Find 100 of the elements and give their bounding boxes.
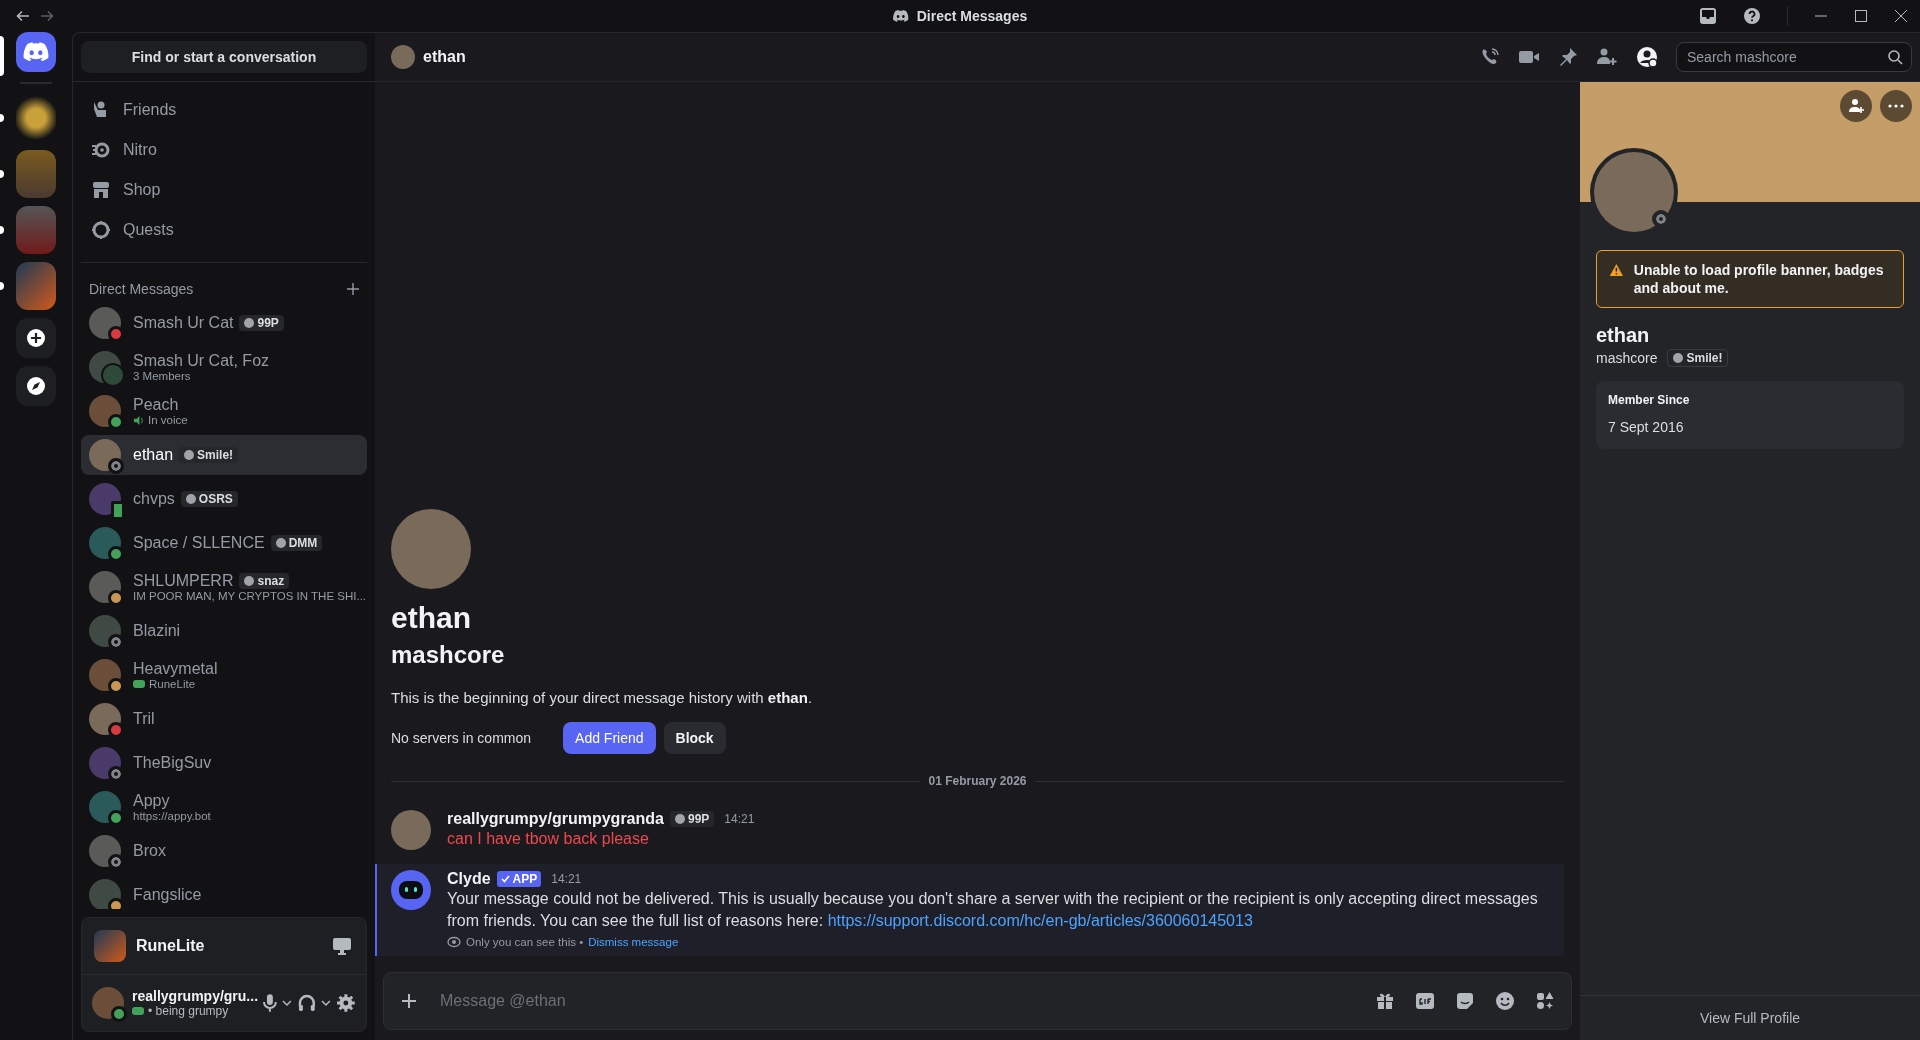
forward-arrow-icon[interactable] xyxy=(40,10,54,22)
close-icon[interactable] xyxy=(1894,9,1908,23)
avatar-placeholder xyxy=(89,395,121,427)
microphone-icon[interactable] xyxy=(263,993,277,1013)
dm-subtitle: IM POOR MAN, MY CRYPTOS IN THE SHI... xyxy=(133,590,367,602)
dm-item[interactable]: Space / SLLENCE DMM xyxy=(81,523,367,563)
nav-item[interactable]: Shop xyxy=(81,170,367,210)
dm-name: Smash Ur Cat, Foz xyxy=(133,352,270,370)
discover-button[interactable] xyxy=(16,366,56,406)
screen-share-icon[interactable] xyxy=(332,937,352,955)
message-author[interactable]: Clyde xyxy=(447,870,491,888)
warning-icon xyxy=(1609,261,1624,279)
dm-name: chvps xyxy=(133,490,175,508)
dm-item[interactable]: ethan Smile! xyxy=(81,435,367,475)
compass-icon xyxy=(26,376,46,396)
more-options-button[interactable] xyxy=(1880,90,1912,122)
pin-icon[interactable] xyxy=(1558,47,1578,67)
profile-name: ethan xyxy=(1596,324,1651,347)
message-text: Your message could not be delivered. This is usually because you don't share a server with the recipient or the recipient is only accepting direct messages from friends. You can see the full list of reasons here: https://support.discord.com/hc/en-gb/articles/360060145013 xyxy=(447,889,1539,931)
server-icon[interactable] xyxy=(16,262,56,310)
dm-item[interactable]: TheBigSuv xyxy=(81,743,367,783)
dm-item[interactable]: Tril xyxy=(81,699,367,739)
avatar-placeholder xyxy=(89,791,121,823)
dm-name: Peach xyxy=(133,396,179,414)
add-dm-icon[interactable] xyxy=(347,283,359,295)
headphones-icon[interactable] xyxy=(296,993,317,1013)
dm-name: Brox xyxy=(133,842,166,860)
maximize-icon[interactable] xyxy=(1854,9,1868,23)
settings-icon[interactable] xyxy=(336,993,356,1013)
checkmark-icon xyxy=(500,875,510,883)
dm-item[interactable]: Blazini xyxy=(81,611,367,651)
add-friend-icon xyxy=(1847,97,1865,115)
apps-icon[interactable] xyxy=(1535,991,1555,1011)
add-friend-icon[interactable] xyxy=(1596,47,1618,67)
caret-icon[interactable] xyxy=(281,999,292,1007)
guild-tag: Smile! xyxy=(179,447,239,463)
gif-icon[interactable] xyxy=(1415,991,1435,1011)
add-friend-button[interactable] xyxy=(1840,90,1872,122)
home-button[interactable] xyxy=(16,32,56,72)
user-profile-icon[interactable] xyxy=(1636,46,1658,68)
dismiss-link[interactable]: Dismiss message xyxy=(588,936,679,948)
plus-circle-icon xyxy=(26,328,46,348)
message-time: 14:21 xyxy=(551,872,582,886)
help-icon[interactable] xyxy=(1743,7,1761,25)
dm-item[interactable]: Heavymetal RuneLite xyxy=(81,655,367,695)
dm-subtitle: RuneLite xyxy=(149,678,196,690)
emoji-icon[interactable] xyxy=(1495,991,1515,1011)
nav-item[interactable]: Quests xyxy=(81,210,367,250)
inbox-icon[interactable] xyxy=(1699,7,1717,25)
gift-icon[interactable] xyxy=(1375,991,1395,1011)
avatar-placeholder xyxy=(89,527,121,559)
dm-item[interactable]: Peach In voice xyxy=(81,391,367,431)
eye-icon xyxy=(447,936,461,948)
profile-username: mashcore xyxy=(391,641,506,669)
dm-item[interactable]: Fangslice xyxy=(81,875,367,909)
avatar-placeholder xyxy=(89,615,121,647)
guild-tag: snaz xyxy=(239,573,290,589)
discord-logo-icon xyxy=(23,42,49,62)
message-author[interactable]: reallygrumpy/grumpygranda xyxy=(447,810,664,828)
dm-name: Appy xyxy=(133,792,170,810)
search-field[interactable]: Search mashcore xyxy=(1685,48,1887,66)
caret-icon[interactable] xyxy=(321,999,332,1007)
channel-title: ethan xyxy=(423,48,466,66)
guild-tag: 99P xyxy=(669,811,715,827)
add-server-button[interactable] xyxy=(16,318,56,358)
dm-name: TheBigSuv xyxy=(133,754,212,772)
profile-username: mashcore xyxy=(1596,350,1658,366)
dm-item[interactable]: SHLUMPERR snaz IM POOR MAN, MY CRYPTOS IN THE SHI... xyxy=(81,567,367,607)
nav-item[interactable]: Friends xyxy=(81,90,367,130)
video-camera-icon[interactable] xyxy=(1518,48,1540,66)
dm-item[interactable]: Brox xyxy=(81,831,367,871)
sticker-icon[interactable] xyxy=(1455,991,1475,1011)
back-arrow-icon[interactable] xyxy=(16,10,30,22)
avatar-placeholder xyxy=(89,307,121,339)
message-composer[interactable]: Message @ethan xyxy=(383,972,1572,1030)
nav-item[interactable]: Nitro xyxy=(81,130,367,170)
bot-avatar-icon xyxy=(391,870,431,910)
plus-icon[interactable] xyxy=(400,992,418,1010)
dm-item[interactable]: Appy https://appy.bot xyxy=(81,787,367,827)
view-full-profile-link[interactable]: View Full Profile xyxy=(1699,1010,1801,1026)
search-icon xyxy=(1887,49,1903,65)
phone-call-icon[interactable] xyxy=(1480,47,1500,67)
avatar-placeholder xyxy=(89,879,121,909)
dm-item[interactable]: Smash Ur Cat 99P xyxy=(81,303,367,343)
avatar-placeholder xyxy=(89,659,121,691)
section-heading: Direct Messages xyxy=(89,281,194,297)
activity-name: RuneLite xyxy=(136,937,206,955)
dm-name: Smash Ur Cat xyxy=(133,314,234,332)
avatar-placeholder xyxy=(89,439,121,471)
message-input-field[interactable]: Message @ethan xyxy=(438,991,1355,1011)
app-badge-label: APP xyxy=(512,872,538,886)
search-box[interactable]: Search mashcore xyxy=(1676,42,1912,72)
block-button[interactable]: Block xyxy=(663,722,726,754)
dm-item[interactable]: chvps OSRS xyxy=(81,479,367,519)
quest-wreath-icon xyxy=(91,220,111,240)
avatar-placeholder xyxy=(89,571,121,603)
add-friend-button[interactable]: Add Friend xyxy=(563,722,656,754)
dm-item[interactable]: Smash Ur Cat, Foz 3 Members xyxy=(81,347,367,387)
find-conversation-button[interactable]: Find or start a conversation xyxy=(81,41,367,73)
message-link[interactable]: https://support.discord.com/hc/en-gb/articles/360060145013 xyxy=(827,912,1253,929)
